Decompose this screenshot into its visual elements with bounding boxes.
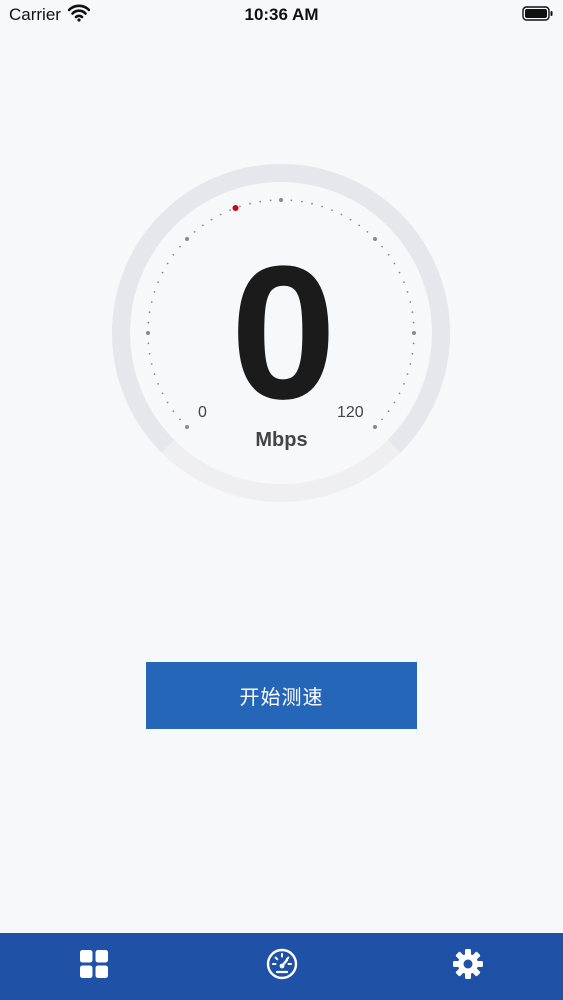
speed-unit: Mbps (255, 429, 308, 451)
gauge-minor-tick (300, 200, 303, 203)
start-test-button[interactable]: 开始测速 (146, 662, 417, 729)
gauge-indicator-dot (232, 205, 239, 211)
gauge-minor-tick (259, 200, 262, 203)
tab-settings[interactable] (418, 933, 518, 1000)
gauge-minor-tick (340, 213, 343, 216)
gauge-minor-tick (331, 209, 333, 212)
gauge-minor-tick (239, 205, 241, 208)
gauge-major-tick (279, 198, 283, 202)
gauge-minor-tick (366, 231, 369, 233)
gauge-minor-tick (210, 218, 213, 221)
gauge-minor-tick (229, 209, 232, 212)
gear-icon (452, 948, 484, 985)
gauge-minor-tick (311, 202, 313, 205)
scale-max-label: 120 (337, 404, 364, 421)
tab-speedtest[interactable] (232, 933, 332, 1000)
gauge-minor-tick (201, 224, 204, 227)
gauge-minor-tick (219, 213, 222, 216)
speed-gauge: 0 0 120 Mbps (0, 0, 563, 560)
gauge-minor-tick (290, 199, 293, 202)
gauge-minor-tick (249, 202, 251, 205)
gauge-indicator (232, 205, 239, 211)
gauge-minor-tick (349, 218, 352, 221)
speedometer-icon (266, 948, 298, 985)
gauge-minor-tick (358, 224, 361, 227)
gauge-minor-tick (269, 199, 272, 202)
grid-icon (80, 950, 108, 983)
gauge-minor-tick (321, 205, 323, 208)
scale-min-label: 0 (198, 404, 207, 421)
gauge-minor-tick (193, 231, 196, 233)
speed-value: 0 (230, 227, 337, 439)
tab-apps[interactable] (44, 933, 144, 1000)
tab-bar (0, 933, 563, 1000)
